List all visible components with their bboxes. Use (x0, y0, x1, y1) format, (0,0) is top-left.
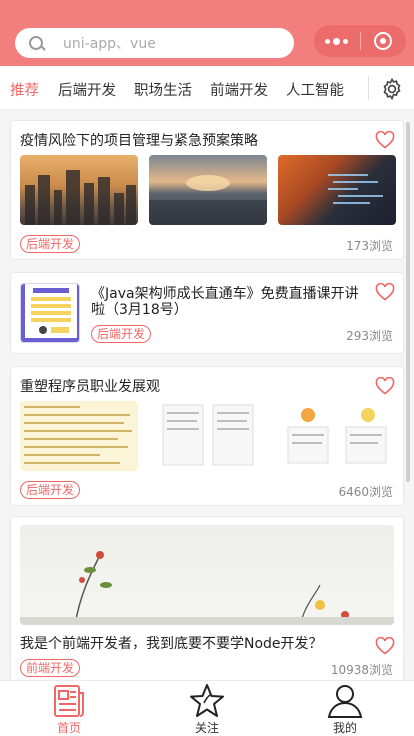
view-count: 6460浏览 (338, 485, 393, 499)
article-feed: 疫情风险下的项目管理与紧急预案策略 后端开发 173浏览 《Java架构师成长直… (0, 110, 414, 680)
category-tag[interactable]: 后端开发 (91, 325, 152, 343)
tab-frontend[interactable]: 前端开发 (210, 79, 268, 100)
search-box[interactable]: uni-app、vue (15, 28, 294, 58)
mini-program-capsule (314, 25, 406, 57)
article-card[interactable]: 我是个前端开发者，我到底要不要学Node开发？ 前端开发 10938浏览 (10, 516, 404, 680)
heart-icon[interactable] (375, 637, 395, 655)
article-card[interactable]: 《Java架构师成长直通车》免费直播课开讲 啦（3月18号） 后端开发 293浏… (10, 272, 404, 354)
tabs-divider (368, 76, 369, 100)
view-count: 10938浏览 (330, 663, 393, 677)
category-tag[interactable]: 后端开发 (20, 235, 81, 253)
article-title: 疫情风险下的项目管理与紧急预案策略 (20, 133, 258, 149)
heart-icon[interactable] (375, 377, 395, 395)
tab-ai[interactable]: 人工智能 (286, 79, 344, 100)
header-bar: uni-app、vue (0, 0, 414, 66)
tabbar-label: 关注 (194, 721, 219, 735)
article-card[interactable]: 疫情风险下的项目管理与紧急预案策略 后端开发 173浏览 (10, 120, 404, 260)
search-icon (27, 28, 55, 58)
article-card[interactable]: 重塑程序员职业发展观 后端开发 6460浏览 (10, 366, 404, 506)
search-placeholder: uni-app、vue (63, 36, 156, 52)
article-title: 我是个前端开发者，我到底要不要学Node开发？ (20, 636, 323, 652)
more-button[interactable] (314, 25, 360, 57)
tab-recommend[interactable]: 推荐 (10, 79, 39, 100)
user-icon (327, 685, 363, 718)
article-thumbnail (20, 155, 138, 225)
category-tag[interactable]: 前端开发 (20, 659, 81, 677)
article-title: 重塑程序员职业发展观 (20, 379, 160, 395)
target-icon (374, 32, 393, 50)
heart-icon[interactable] (375, 131, 395, 149)
star-icon (190, 684, 224, 717)
tab-career[interactable]: 职场生活 (134, 79, 192, 100)
category-tag[interactable]: 后端开发 (20, 481, 81, 499)
article-title-line-2: 啦（3月18号） (91, 302, 188, 318)
article-banner (20, 525, 394, 625)
article-thumbnail (278, 401, 396, 471)
view-count: 293浏览 (346, 329, 393, 343)
gear-icon[interactable] (380, 77, 404, 101)
tabbar-mine[interactable]: 我的 (276, 681, 414, 736)
article-thumbnail (20, 283, 80, 343)
tab-backend[interactable]: 后端开发 (58, 79, 116, 100)
more-dots-icon (325, 37, 349, 45)
heart-icon[interactable] (375, 283, 395, 301)
article-thumbnail (149, 401, 267, 471)
tabbar-label: 首页 (56, 721, 81, 735)
news-icon (54, 685, 84, 717)
article-thumbnail (20, 401, 138, 471)
article-thumbnail (149, 155, 267, 225)
bottom-tabbar: 首页 关注 我的 (0, 680, 414, 736)
tabbar-label: 我的 (332, 721, 357, 735)
view-count: 173浏览 (346, 239, 393, 253)
tabbar-home[interactable]: 首页 (0, 681, 138, 736)
tabbar-follow[interactable]: 关注 (138, 681, 276, 736)
article-thumbnail (278, 155, 396, 225)
close-mini-program-button[interactable] (361, 25, 407, 57)
feed-scrollbar[interactable] (406, 122, 410, 482)
category-tabs: 推荐 后端开发 职场生活 前端开发 人工智能 (0, 66, 414, 110)
